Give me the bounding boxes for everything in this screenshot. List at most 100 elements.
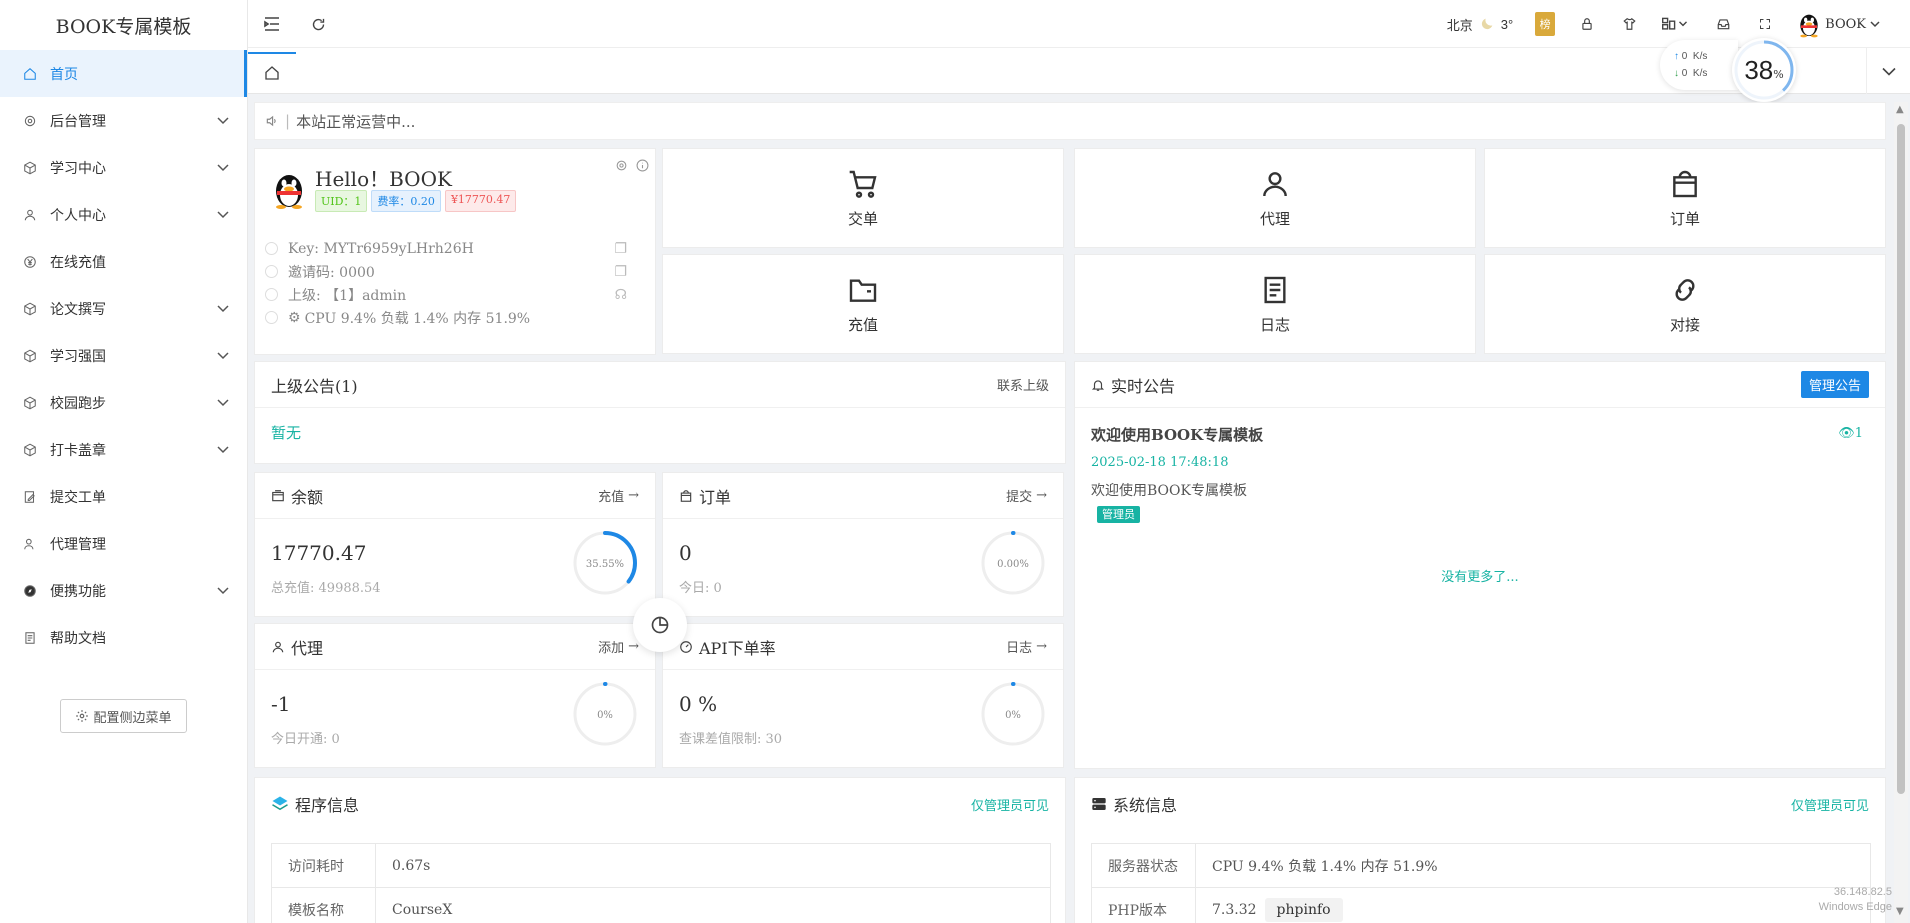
scroll-down-icon[interactable]: ▼	[1896, 906, 1904, 917]
sidebar-item-5[interactable]: 论文撰写	[0, 285, 247, 332]
sidebar-item-12[interactable]: 帮助文档	[0, 614, 247, 661]
uid-tag: UID：1	[315, 190, 368, 212]
api-stat-link[interactable]: 日志 →	[1006, 637, 1047, 656]
chevron-down-icon	[217, 210, 229, 218]
invite-code: 邀请码: 0000	[288, 264, 375, 281]
rate-tag: 费率：0.20	[371, 190, 441, 212]
post-title[interactable]: 欢迎使用BOOK专属模板	[1091, 424, 1869, 445]
cart-icon	[849, 170, 877, 198]
refresh-icon[interactable]	[308, 14, 328, 34]
sidebar-item-0[interactable]: 首页	[0, 50, 247, 97]
tabs-more-button[interactable]	[1866, 48, 1910, 94]
quick-action-0[interactable]: 交单	[662, 148, 1064, 248]
contact-parent-link[interactable]: 联系上级	[997, 375, 1049, 394]
collapse-menu-icon[interactable]	[262, 14, 282, 34]
app-logo[interactable]: BOOK专属模板	[0, 0, 247, 50]
greeting: Hello！BOOK	[315, 167, 452, 191]
program-info-title: 程序信息	[295, 796, 360, 815]
post-body: 欢迎使用BOOK专属模板	[1091, 483, 1247, 499]
qq-penguin-avatar-icon	[1800, 14, 1818, 38]
memory-gauge: 38%	[1732, 38, 1796, 102]
upload-unit: K/s	[1692, 51, 1708, 62]
sidebar-item-1[interactable]: 后台管理	[0, 97, 247, 144]
sidebar-item-2[interactable]: 学习中心	[0, 144, 247, 191]
balance-tag: ¥17770.47	[444, 190, 517, 212]
quick-action-1[interactable]: 代理	[1074, 148, 1476, 248]
yen-icon	[24, 255, 36, 268]
realtime-notice-title: 实时公告	[1111, 376, 1176, 396]
scroll-up-icon[interactable]: ▲	[1896, 104, 1904, 115]
quick-action-5[interactable]: 对接	[1484, 254, 1886, 354]
system-info-card: 系统信息 仅管理员可见 服务器状态 CPU 9.4% 负载 1.4% 内存 51…	[1074, 777, 1886, 923]
gear-icon[interactable]	[615, 159, 628, 172]
home-icon	[265, 66, 279, 80]
sidebar-item-6[interactable]: 学习强国	[0, 332, 247, 379]
wallet-icon	[272, 489, 284, 501]
balance-stat-card: 余额 充值 → 17770.47 总充值: 49988.54 35.55%	[254, 472, 656, 617]
agents-stat-link[interactable]: 添加 →	[598, 637, 639, 656]
arrow-right-icon: →	[628, 488, 639, 503]
sidebar-item-label: 首页	[50, 66, 78, 83]
network-speed-widget: ↑ 0 K/s ↓ 0 K/s	[1660, 40, 1738, 90]
config-sidebar-button[interactable]: 配置侧边菜单	[60, 699, 187, 733]
pie-chart-icon	[651, 616, 669, 634]
weather-widget[interactable]: 北京 3°	[1447, 15, 1513, 34]
balance-progress-label: 35.55%	[586, 559, 624, 570]
bag-icon	[680, 489, 692, 502]
copy-icon[interactable]: ❐	[614, 241, 627, 257]
phpinfo-button[interactable]: phpinfo	[1264, 897, 1343, 922]
headset-icon[interactable]: ☊	[615, 287, 627, 303]
copy-icon[interactable]: ❐	[614, 264, 627, 280]
username: BOOK	[1825, 16, 1866, 32]
qq-penguin-avatar-icon	[276, 175, 302, 209]
notice-text: 本站正常运营中...	[296, 112, 416, 131]
sidebar-item-11[interactable]: 便携功能	[0, 567, 247, 614]
sidebar-item-label: 代理管理	[50, 536, 106, 553]
orders-progress-label: 0.00%	[997, 559, 1029, 570]
balance-stat-title: 余额	[291, 487, 324, 507]
quick-action-4[interactable]: 日志	[1074, 254, 1476, 354]
api-progress-ring: 0%	[981, 682, 1045, 746]
quick-action-label: 充值	[847, 315, 878, 334]
sidebar-item-3[interactable]: 个人中心	[0, 191, 247, 238]
rank-badge-icon[interactable]: 榜	[1535, 12, 1556, 36]
sidebar-item-4[interactable]: 在线充值	[0, 238, 247, 285]
no-more-text: 没有更多了...	[1441, 570, 1519, 585]
balance-stat-link[interactable]: 充值 →	[598, 486, 639, 505]
manage-notice-button[interactable]: 管理公告	[1800, 371, 1869, 398]
quick-action-label: 交单	[847, 209, 878, 228]
sidebar-item-label: 学习强国	[50, 348, 106, 365]
sidebar-item-10[interactable]: 代理管理	[0, 520, 247, 567]
orders-stat-sub-value: 0	[713, 581, 722, 596]
layout-dropdown-icon[interactable]	[1661, 14, 1691, 34]
chevron-down-icon	[217, 398, 229, 406]
info-icon[interactable]	[636, 159, 649, 172]
agents-stat-sub-label: 今日开通:	[271, 732, 328, 747]
float-chart-button[interactable]	[633, 598, 687, 652]
api-stat-sub-value: 30	[765, 732, 783, 747]
fullscreen-icon[interactable]	[1755, 14, 1775, 34]
sidebar-item-8[interactable]: 打卡盖章	[0, 426, 247, 473]
user-menu[interactable]: BOOK	[1797, 10, 1880, 38]
topbar: 北京 3° 榜 BOOK	[248, 0, 1910, 48]
moon-icon	[1481, 18, 1493, 30]
orders-stat-link[interactable]: 提交 →	[1006, 486, 1047, 505]
inbox-icon[interactable]	[1713, 14, 1733, 34]
layers-icon	[272, 796, 288, 811]
tab-home[interactable]	[248, 52, 296, 92]
agents-stat-value: -1	[271, 692, 291, 716]
shirt-icon[interactable]	[1619, 14, 1639, 34]
chevron-down-icon	[217, 351, 229, 359]
sidebar-item-9[interactable]: 提交工单	[0, 473, 247, 520]
page-scrollbar[interactable]	[1894, 102, 1908, 923]
lock-icon[interactable]	[1577, 14, 1597, 34]
sidebar-item-7[interactable]: 校园跑步	[0, 379, 247, 426]
quick-action-3[interactable]: 充值	[662, 254, 1064, 354]
notice-bar: | 本站正常运营中...	[254, 102, 1886, 140]
bell-icon	[1091, 379, 1105, 391]
system-info-table: 服务器状态 CPU 9.4% 负载 1.4% 内存 51.9% PHP版本 7.3…	[1091, 843, 1871, 923]
sidebar-item-label: 后台管理	[50, 113, 106, 130]
scrollbar-thumb[interactable]	[1897, 124, 1905, 794]
doc-icon	[25, 631, 35, 644]
quick-action-2[interactable]: 订单	[1484, 148, 1886, 248]
